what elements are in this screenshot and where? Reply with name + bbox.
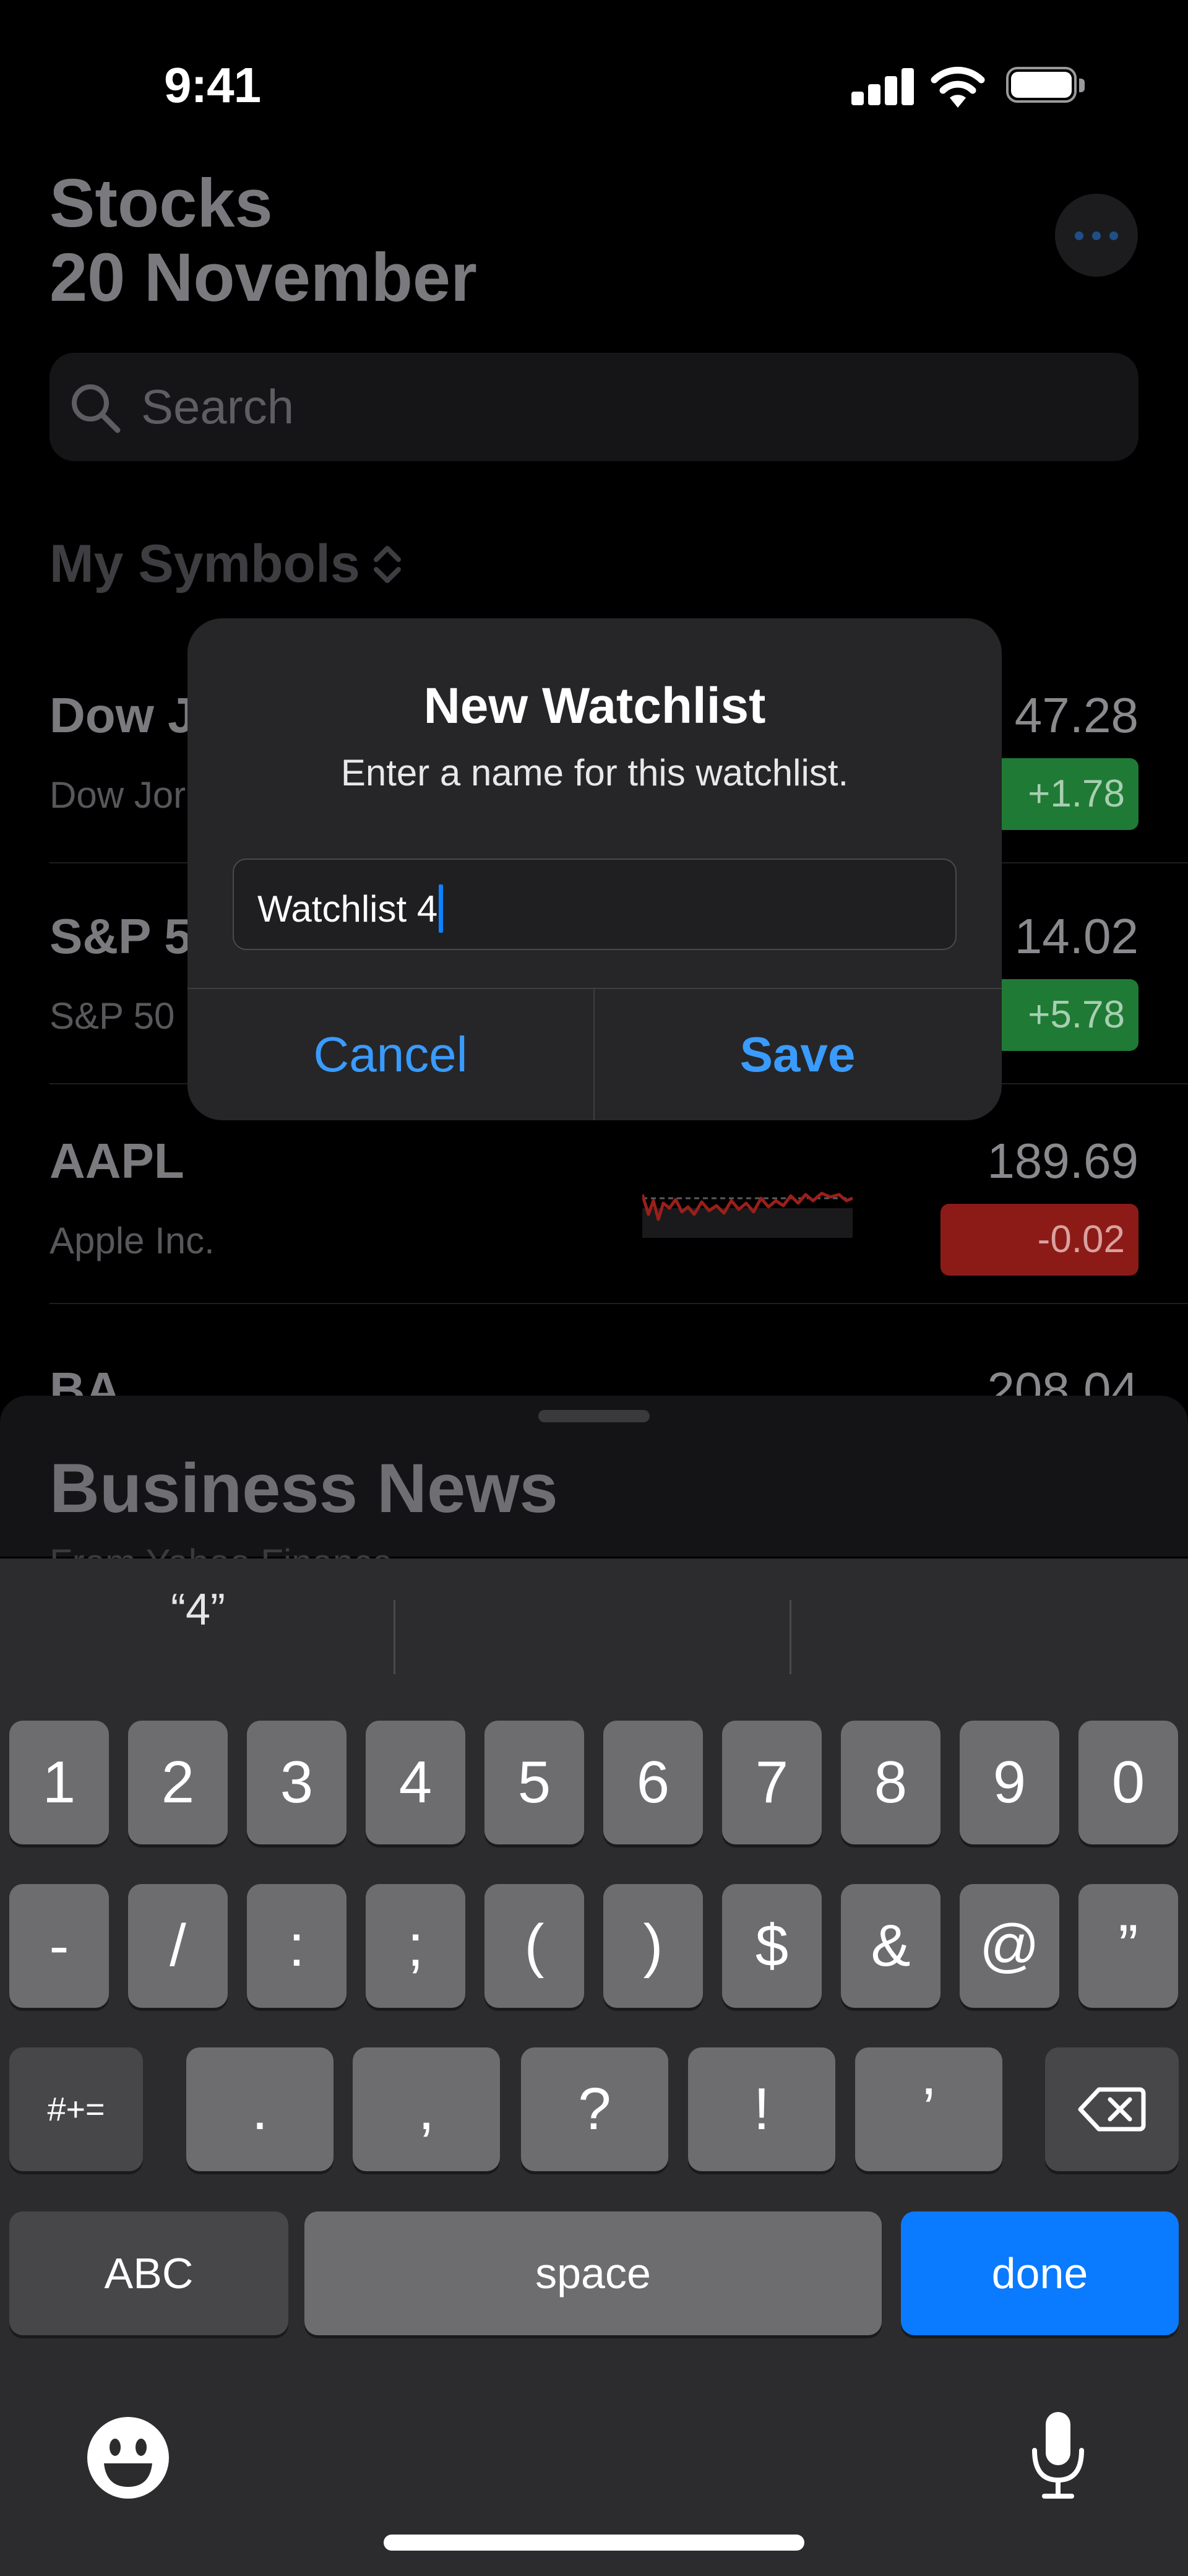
key-8[interactable]: 8 (841, 1721, 940, 1844)
more-options-button[interactable] (1055, 194, 1138, 277)
key-apostrophe[interactable]: ’ (855, 2047, 1002, 2171)
prediction-divider (394, 1600, 395, 1674)
chevron-up-down-icon (373, 545, 401, 583)
symbol-price: 189.69 (987, 1133, 1138, 1188)
symbol-subtitle: S&P 50 (50, 995, 175, 1037)
key-1[interactable]: 1 (9, 1721, 109, 1844)
backspace-icon (1078, 2087, 1146, 2132)
abc-key[interactable]: ABC (9, 2211, 288, 2335)
key-ampersand[interactable]: & (841, 1884, 940, 2008)
symbol-name: Dow J (50, 688, 196, 743)
symbol-name: AAPL (50, 1133, 184, 1188)
microphone-icon[interactable] (1027, 2410, 1089, 2502)
delete-key[interactable] (1045, 2047, 1179, 2171)
key-9[interactable]: 9 (960, 1721, 1059, 1844)
save-button[interactable]: Save (595, 989, 1001, 1120)
done-key[interactable]: done (901, 2211, 1179, 2335)
search-icon (72, 384, 121, 433)
dialog-title: New Watchlist (423, 678, 766, 734)
search-placeholder: Search (141, 379, 295, 434)
status-time: 9:41 (164, 58, 261, 113)
emoji-icon[interactable] (85, 2415, 171, 2500)
wifi-icon (931, 66, 985, 108)
prediction-divider (790, 1600, 791, 1674)
key-comma[interactable]: , (353, 2047, 500, 2171)
change-badge[interactable]: -0.02 (940, 1204, 1138, 1276)
key-6[interactable]: 6 (603, 1721, 703, 1844)
key-close-paren[interactable]: ) (603, 1884, 703, 2008)
key-dollar[interactable]: $ (722, 1884, 822, 2008)
symbol-subtitle: Apple Inc. (50, 1220, 215, 1261)
text-caret (439, 884, 444, 933)
key-5[interactable]: 5 (484, 1721, 584, 1844)
sparkline-chart (642, 1191, 853, 1238)
key-question[interactable]: ? (521, 2047, 668, 2171)
symbol-row[interactable]: AAPL Apple Inc. 189.69 -0.02 (0, 1126, 1188, 1312)
cancel-button[interactable]: Cancel (187, 989, 593, 1120)
new-watchlist-dialog: New Watchlist Enter a name for this watc… (187, 618, 1002, 1120)
page-date: 20 November (50, 240, 477, 316)
sheet-grabber[interactable] (538, 1410, 650, 1422)
key-hyphen[interactable]: - (9, 1884, 109, 2008)
key-3[interactable]: 3 (247, 1721, 346, 1844)
space-key[interactable]: space (304, 2211, 882, 2335)
key-semicolon[interactable]: ; (366, 1884, 465, 2008)
key-2[interactable]: 2 (128, 1721, 228, 1844)
key-quote[interactable]: ” (1078, 1884, 1178, 2008)
key-period[interactable]: . (186, 2047, 334, 2171)
key-4[interactable]: 4 (366, 1721, 465, 1844)
watchlist-name-input[interactable]: Watchlist 4 (233, 858, 957, 950)
symbol-name: S&P 5 (50, 909, 192, 964)
cellular-signal-icon (851, 66, 914, 105)
symbols-key[interactable]: #+= (9, 2047, 143, 2171)
symbol-subtitle: Dow Jor (50, 774, 186, 816)
key-open-paren[interactable]: ( (484, 1884, 584, 2008)
watchlist-selector-label: My Symbols (50, 534, 360, 594)
dialog-message: Enter a name for this watchlist. (340, 752, 849, 793)
page-title: Stocks (50, 165, 273, 241)
row-divider (50, 1303, 1188, 1304)
key-slash[interactable]: / (128, 1884, 228, 2008)
key-exclamation[interactable]: ! (688, 2047, 835, 2171)
home-indicator[interactable] (384, 2535, 804, 2551)
watchlist-selector[interactable]: My Symbols (50, 534, 406, 595)
key-colon[interactable]: : (247, 1884, 346, 2008)
battery-icon (1006, 67, 1087, 105)
prediction-suggestion[interactable]: “4” (0, 1584, 396, 1635)
key-at[interactable]: @ (960, 1884, 1059, 2008)
watchlist-name-value: Watchlist 4 (257, 888, 438, 930)
key-7[interactable]: 7 (722, 1721, 822, 1844)
key-0[interactable]: 0 (1078, 1721, 1178, 1844)
news-title: Business News (50, 1450, 558, 1527)
